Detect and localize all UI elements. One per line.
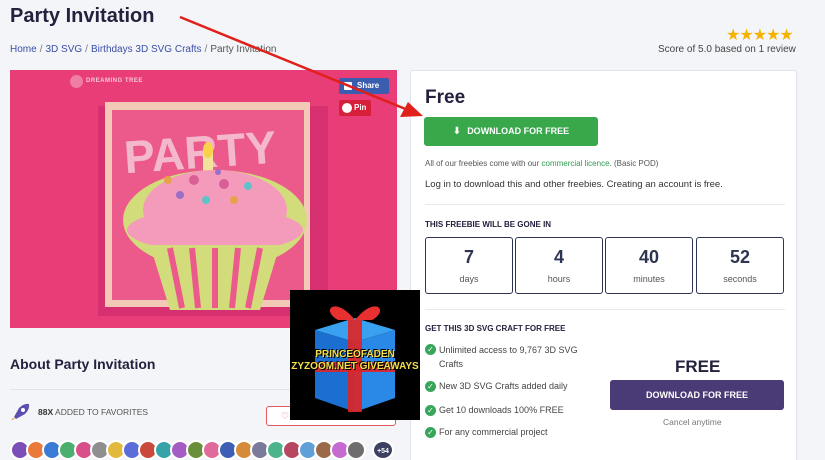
pinterest-icon xyxy=(342,103,352,113)
pin-label: Pin xyxy=(354,103,367,112)
countdown-days: 7 days xyxy=(425,237,513,294)
check-icon: ✓ xyxy=(425,344,436,355)
download-button-label: DOWNLOAD FOR FREE xyxy=(467,126,570,136)
divider xyxy=(425,204,785,205)
feature-item: ✓ Get 10 downloads 100% FREE xyxy=(425,405,605,417)
rating-score: Score of 5.0 based on 1 review xyxy=(658,44,796,55)
giveaway-overlay[interactable]: PRINCEOFADEN ZYZOOM.NET GIVEAWAYS xyxy=(290,290,420,420)
cancel-anytime-note: Cancel anytime xyxy=(663,417,722,427)
favorites-count: 88X ADDED TO FAVORITES xyxy=(38,407,148,417)
facebook-icon xyxy=(344,82,352,90)
offer-price: FREE xyxy=(675,357,721,376)
heart-icon: ♡ xyxy=(281,411,290,421)
countdown-unit: days xyxy=(459,274,479,284)
countdown-unit: minutes xyxy=(633,274,665,284)
feature-text: Unlimited access to 9,767 3D SVG Crafts xyxy=(439,345,578,369)
brand-label: DREAMING TREE xyxy=(86,78,143,84)
countdown-unit: seconds xyxy=(723,274,757,284)
breadcrumb: Home/3D SVG / Birthdays 3D SVG Crafts / Part… xyxy=(10,44,277,55)
countdown-minutes: 40 minutes xyxy=(605,237,693,294)
feature-item: ✓ Unlimited access to 9,767 3D SVG Craft… xyxy=(425,344,595,370)
brand-logo-icon xyxy=(70,75,83,88)
licence-note-prefix: All of our freebies come with our xyxy=(425,159,542,168)
check-icon: ✓ xyxy=(425,427,436,438)
breadcrumb-3d-svg[interactable]: 3D SVG xyxy=(45,44,82,55)
page-title: Party Invitation xyxy=(10,5,155,27)
countdown-seconds: 52 seconds xyxy=(696,237,784,294)
pin-button[interactable]: Pin xyxy=(339,100,371,116)
rating-stars-icon: ★★★★★ xyxy=(726,27,794,44)
feature-item: ✓ For any commercial project xyxy=(425,427,605,439)
check-icon: ✓ xyxy=(425,405,436,416)
countdown-value: 52 xyxy=(729,247,751,267)
favorites-number: 88X xyxy=(38,407,54,417)
giveaway-text: PRINCEOFADEN ZYZOOM.NET GIVEAWAYS xyxy=(291,349,419,372)
more-avatars-badge[interactable]: +54 xyxy=(372,440,394,460)
countdown-title: THIS FREEBIE WILL BE GONE IN xyxy=(425,220,552,229)
login-note: Log in to download this and other freebi… xyxy=(425,179,723,190)
breadcrumb-current: Party Invitation xyxy=(210,44,277,55)
avatar[interactable] xyxy=(346,440,366,460)
price-label: Free xyxy=(425,87,466,108)
breadcrumb-birthdays[interactable]: Birthdays 3D SVG Crafts xyxy=(91,44,202,55)
licence-note-suffix: . (Basic POD) xyxy=(609,159,659,168)
download-panel: Free ⬇ DOWNLOAD FOR FREE All of our freeb… xyxy=(410,70,797,460)
rocket-icon xyxy=(11,403,30,420)
countdown-value: 4 xyxy=(553,247,564,267)
share-label: Share xyxy=(357,81,380,90)
countdown-unit: hours xyxy=(547,274,571,284)
licence-note: All of our freebies come with our commer… xyxy=(425,159,658,168)
favorites-avatars: +54 xyxy=(10,440,400,460)
download-icon: ⬇ xyxy=(452,126,462,137)
subscribe-download-button[interactable]: DOWNLOAD FOR FREE xyxy=(610,380,784,410)
commercial-licence-link[interactable]: commercial licence xyxy=(542,159,610,168)
feature-item: ✓ New 3D SVG Crafts added daily xyxy=(425,381,605,393)
divider xyxy=(425,309,785,310)
countdown-value: 7 xyxy=(463,247,474,267)
download-for-free-button[interactable]: ⬇ DOWNLOAD FOR FREE xyxy=(424,117,598,146)
favorites-label: ADDED TO FAVORITES xyxy=(55,407,149,417)
countdown-hours: 4 hours xyxy=(515,237,603,294)
feature-text: For any commercial project xyxy=(439,427,548,437)
breadcrumb-home[interactable]: Home xyxy=(10,44,37,55)
feature-text: Get 10 downloads 100% FREE xyxy=(439,405,564,415)
countdown-value: 40 xyxy=(638,247,660,267)
about-title: About Party Invitation xyxy=(10,356,156,372)
offer-title: GET THIS 3D SVG CRAFT FOR FREE xyxy=(425,324,566,333)
share-button[interactable]: Share xyxy=(339,78,389,94)
feature-text: New 3D SVG Crafts added daily xyxy=(439,381,568,391)
check-icon: ✓ xyxy=(425,381,436,392)
